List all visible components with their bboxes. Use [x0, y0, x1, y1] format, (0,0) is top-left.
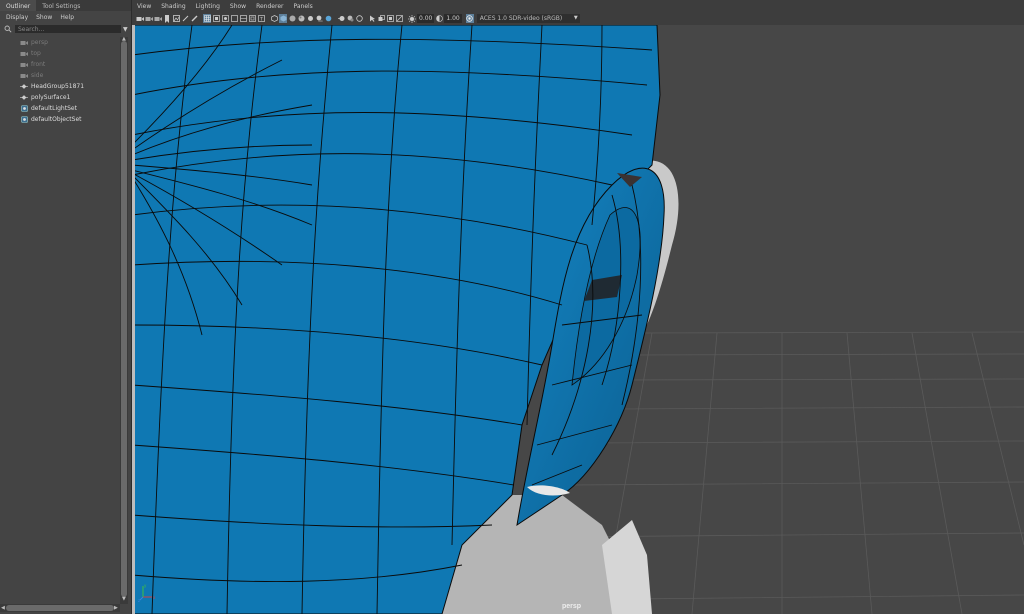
safe-action-icon[interactable]	[248, 14, 256, 23]
search-options-arrow-icon[interactable]: ▼	[123, 26, 128, 33]
smooth-shade-icon[interactable]	[279, 14, 287, 23]
outliner-item-label: HeadGroup51871	[31, 83, 85, 90]
outliner-item-label: front	[31, 61, 46, 68]
resolution-gate-icon[interactable]	[221, 14, 229, 23]
default-material-icon[interactable]	[288, 14, 296, 23]
isolate-select-icon[interactable]	[368, 14, 376, 23]
exposure-field[interactable]: 0.00	[417, 14, 435, 23]
motion-blur-icon[interactable]	[337, 14, 345, 23]
field-chart-icon[interactable]	[239, 14, 247, 23]
menu-shading[interactable]: Shading	[161, 3, 185, 10]
scrollbar-thumb[interactable]	[121, 41, 127, 597]
menu-panels[interactable]: Panels	[293, 3, 312, 10]
bookmark-icon[interactable]	[163, 14, 171, 23]
lock-camera-icon[interactable]	[145, 14, 153, 23]
outliner-item-defaultlightset[interactable]: defaultLightSet	[0, 103, 120, 114]
search-icon[interactable]	[3, 25, 13, 34]
outliner-menu-bar: Display Show Help	[0, 11, 131, 23]
exposure-icon[interactable]	[408, 14, 416, 23]
svg-text:x: x	[153, 595, 156, 600]
outliner-item-label: top	[31, 50, 41, 57]
menu-show[interactable]: Show	[230, 3, 246, 10]
set-icon	[20, 116, 28, 123]
colorspace-value: ACES 1.0 SDR-video (sRGB)	[479, 15, 563, 22]
outliner-tree: persp top front side HeadGroup51871 poly…	[0, 37, 120, 125]
use-all-lights-icon[interactable]	[306, 14, 314, 23]
scroll-left-arrow-icon[interactable]: ◀	[1, 605, 5, 611]
depth-of-field-icon[interactable]	[355, 14, 363, 23]
outliner-item-defaultobjectset[interactable]: defaultObjectSet	[0, 114, 120, 125]
group-icon	[20, 83, 28, 90]
outliner-vertical-scrollbar[interactable]: ▲ ▼	[120, 36, 128, 604]
camera-attributes-icon[interactable]	[154, 14, 162, 23]
grease-pencil-icon[interactable]	[190, 14, 198, 23]
camera-name-label: persp	[562, 603, 582, 610]
colorspace-dropdown[interactable]: ACES 1.0 SDR-video (sRGB) ▼	[476, 14, 580, 23]
gamma-field[interactable]: 1.00	[444, 14, 462, 23]
scrollbar-thumb[interactable]	[6, 605, 114, 611]
outliner-horizontal-scrollbar[interactable]: ◀ ▶	[0, 604, 120, 612]
color-management-icon[interactable]	[465, 14, 474, 23]
grid-icon[interactable]	[203, 14, 211, 23]
tab-outliner[interactable]: Outliner	[0, 0, 37, 11]
svg-text:y: y	[144, 583, 147, 588]
gate-mask-icon[interactable]	[230, 14, 238, 23]
menu-help[interactable]: Help	[60, 14, 74, 21]
outliner-item-top[interactable]: top	[0, 48, 120, 59]
svg-text:T: T	[259, 16, 263, 22]
safe-title-icon[interactable]: T	[257, 14, 265, 23]
set-icon	[20, 105, 28, 112]
search-input[interactable]	[15, 25, 121, 33]
camera-icon	[20, 72, 28, 79]
outliner-item-headgroup[interactable]: HeadGroup51871	[0, 81, 120, 92]
outliner-item-label: defaultLightSet	[31, 105, 77, 112]
textured-icon[interactable]	[297, 14, 305, 23]
outliner-tab-bar: Outliner Tool Settings	[0, 0, 131, 11]
group-icon	[20, 94, 28, 101]
svg-text:z: z	[138, 598, 140, 602]
gamma-icon[interactable]	[435, 14, 443, 23]
tab-tool-settings[interactable]: Tool Settings	[36, 0, 86, 11]
viewport-scene[interactable]: x y z persp	[132, 25, 1024, 614]
outliner-item-label: polySurface1	[31, 94, 71, 101]
chevron-down-icon: ▼	[573, 15, 578, 21]
menu-display[interactable]: Display	[6, 14, 28, 21]
outliner-item-persp[interactable]: persp	[0, 37, 120, 48]
two-d-pan-zoom-icon[interactable]	[181, 14, 189, 23]
search-row: ▼	[0, 23, 131, 35]
scroll-up-arrow-icon[interactable]: ▲	[122, 36, 126, 42]
camera-icon	[20, 50, 28, 57]
camera-icon	[20, 39, 28, 46]
camera-icon	[20, 61, 28, 68]
multisample-aa-icon[interactable]	[346, 14, 354, 23]
outliner-panel: Outliner Tool Settings Display Show Help…	[0, 0, 132, 614]
outliner-item-side[interactable]: side	[0, 70, 120, 81]
outliner-item-label: defaultObjectSet	[31, 116, 82, 123]
outliner-item-label: side	[31, 72, 44, 79]
menu-lighting[interactable]: Lighting	[196, 3, 220, 10]
xray-joints-icon[interactable]	[395, 14, 403, 23]
select-camera-icon[interactable]	[136, 14, 144, 23]
image-plane-icon[interactable]	[172, 14, 180, 23]
axis-gizmo: x y z	[138, 582, 156, 606]
menu-view[interactable]: View	[137, 3, 151, 10]
wireframe-icon[interactable]	[270, 14, 278, 23]
viewport-panel: View Shading Lighting Show Renderer Pane…	[132, 0, 1024, 614]
scroll-right-arrow-icon[interactable]: ▶	[114, 605, 118, 611]
outliner-item-label: persp	[31, 39, 48, 46]
viewport-toolbar: T 0.00 1.00 ACES 1.0 SDR-video (sRGB) ▼	[132, 12, 1024, 25]
menu-renderer[interactable]: Renderer	[256, 3, 283, 10]
viewport-menu-bar: View Shading Lighting Show Renderer Pane…	[132, 0, 1024, 12]
scroll-down-arrow-icon[interactable]: ▼	[122, 596, 126, 602]
outliner-item-front[interactable]: front	[0, 59, 120, 70]
menu-show[interactable]: Show	[36, 14, 52, 21]
shadows-icon[interactable]	[315, 14, 323, 23]
film-gate-icon[interactable]	[212, 14, 220, 23]
screen-space-ao-icon[interactable]	[324, 14, 332, 23]
xray-active-components-icon[interactable]	[386, 14, 394, 23]
xray-icon[interactable]	[377, 14, 385, 23]
scene-render	[132, 25, 1024, 614]
outliner-item-polysurface1[interactable]: polySurface1	[0, 92, 120, 103]
